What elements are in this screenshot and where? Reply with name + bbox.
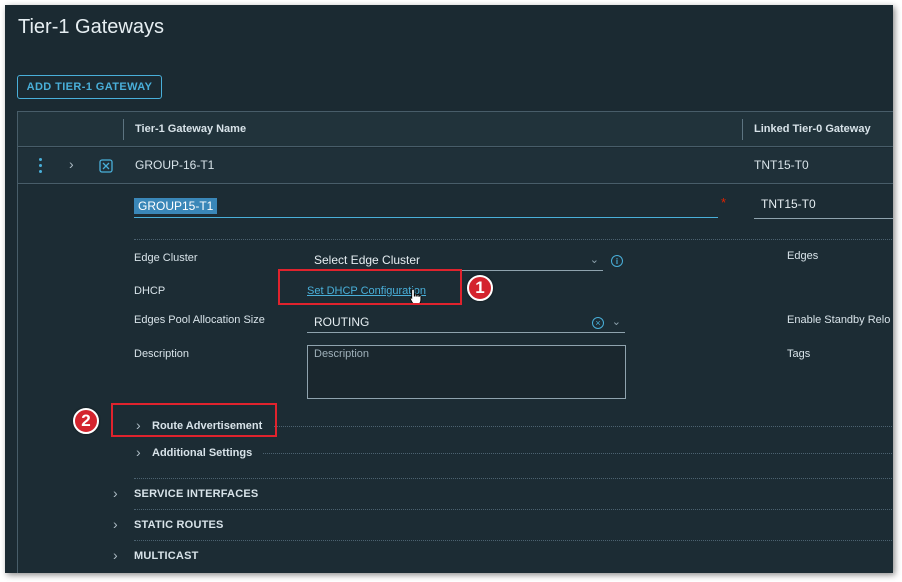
row-gateway-name: GROUP-16-T1 (135, 158, 215, 172)
gateway-name-value: GROUP15-T1 (134, 198, 218, 214)
multicast-section[interactable]: MULTICAST (134, 550, 199, 562)
chevron-right-icon[interactable]: › (136, 444, 141, 460)
gateway-name-input[interactable]: GROUP15-T1 (134, 197, 718, 218)
divider (134, 478, 893, 479)
linked-tier0-select[interactable]: TNT15-T0 (754, 197, 893, 219)
static-routes-section[interactable]: STATIC ROUTES (134, 519, 224, 531)
pool-size-value: ROUTING (314, 315, 370, 329)
clear-icon[interactable]: × (592, 317, 604, 329)
additional-settings-toggle[interactable]: Additional Settings (152, 447, 252, 459)
edit-gateway-panel: GROUP15-T1 * TNT15-T0 Edge Cluster Selec… (18, 185, 893, 573)
description-label: Description (134, 348, 190, 360)
pool-size-select[interactable]: ROUTING ⌄ (307, 313, 625, 333)
edge-cluster-label: Edge Cluster (134, 252, 198, 264)
edge-cluster-value: Select Edge Cluster (314, 253, 421, 267)
chevron-right-icon[interactable]: › (113, 516, 118, 532)
row-linked-tier0: TNT15-T0 (754, 158, 809, 172)
page-title: Tier-1 Gateways (18, 16, 164, 38)
chevron-down-icon: ⌄ (611, 316, 621, 328)
dhcp-label: DHCP (134, 285, 166, 297)
tags-label: Tags (787, 348, 811, 360)
pool-size-label: Edges Pool Allocation Size (134, 314, 265, 326)
gateway-icon (99, 159, 113, 173)
column-separator (742, 119, 743, 140)
divider (274, 426, 893, 427)
edges-label: Edges (787, 250, 819, 262)
gateway-datagrid: Tier-1 Gateway Name Linked Tier-0 Gatewa… (17, 111, 893, 573)
callout-highlight-2 (111, 403, 277, 437)
info-icon[interactable]: i (611, 255, 623, 267)
chevron-down-icon: ⌄ (589, 254, 599, 266)
edge-cluster-select[interactable]: Select Edge Cluster ⌄ (307, 251, 603, 271)
callout-highlight-1 (278, 269, 462, 305)
chevron-right-icon[interactable]: › (69, 156, 74, 172)
divider (134, 540, 893, 541)
callout-badge-2: 2 (73, 408, 99, 434)
divider (263, 453, 893, 454)
datagrid-header: Tier-1 Gateway Name Linked Tier-0 Gatewa… (18, 112, 893, 147)
table-row[interactable]: › GROUP-16-T1 TNT15-T0 (18, 148, 893, 184)
divider (134, 509, 893, 510)
app-window: Tier-1 Gateways ADD TIER-1 GATEWAY Tier-… (5, 5, 893, 573)
callout-badge-1: 1 (467, 275, 493, 301)
chevron-right-icon[interactable]: › (113, 547, 118, 563)
description-textarea[interactable]: Description (307, 345, 626, 399)
required-icon: * (721, 195, 727, 210)
column-separator (123, 119, 124, 140)
divider (134, 239, 893, 240)
column-header-linked[interactable]: Linked Tier-0 Gateway (754, 123, 871, 135)
column-header-name[interactable]: Tier-1 Gateway Name (135, 123, 246, 135)
add-tier1-gateway-button[interactable]: ADD TIER-1 GATEWAY (17, 75, 162, 99)
standby-relocation-label: Enable Standby Relo (787, 314, 891, 326)
service-interfaces-section[interactable]: SERVICE INTERFACES (134, 488, 258, 500)
kebab-menu-icon[interactable] (38, 158, 42, 174)
chevron-right-icon[interactable]: › (113, 485, 118, 501)
